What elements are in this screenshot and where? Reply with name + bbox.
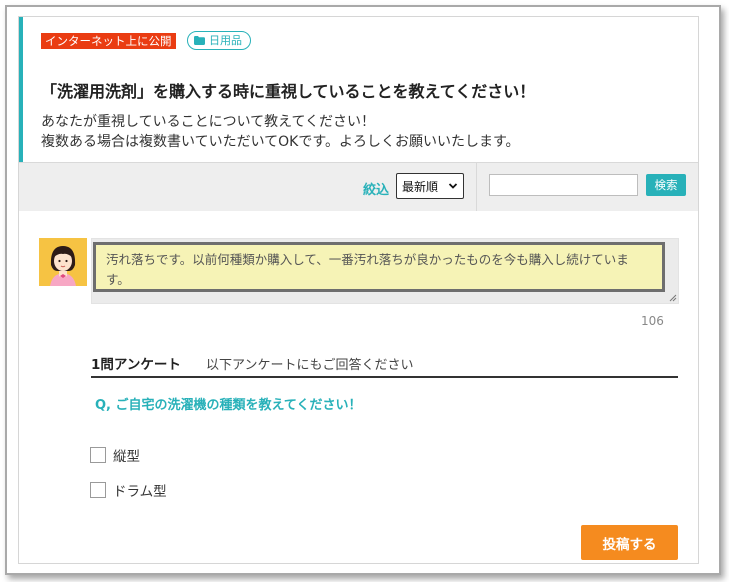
- toolbar-divider: [476, 163, 477, 211]
- survey-title: 1問アンケート: [91, 357, 181, 373]
- checkbox[interactable]: [90, 482, 106, 498]
- search-input[interactable]: [489, 174, 638, 196]
- public-tag: インターネット上に公開: [41, 33, 176, 49]
- reply-textarea[interactable]: 汚れ落ちです。以前何種類か購入して、一番汚れ落ちが良かったものを今も購入し続けて…: [91, 238, 679, 304]
- chevron-down-icon: [448, 183, 458, 189]
- sort-selected-value: 最新順: [402, 179, 439, 194]
- sort-select[interactable]: 最新順: [396, 173, 464, 199]
- woman-avatar-icon: [39, 238, 87, 286]
- question-header: インターネット上に公開 日用品 「洗濯用洗剤」を購入する時に重視していることを教…: [19, 17, 698, 162]
- resize-grip-icon[interactable]: [668, 293, 677, 302]
- option-label: ドラム型: [113, 484, 167, 500]
- search-button[interactable]: 検索: [646, 174, 686, 196]
- reply-text[interactable]: 汚れ落ちです。以前何種類か購入して、一番汚れ落ちが良かったものを今も購入し続けて…: [93, 242, 665, 292]
- survey-header: 1問アンケート 以下アンケートにもご回答ください: [91, 353, 678, 378]
- question-card: インターネット上に公開 日用品 「洗濯用洗剤」を購入する時に重視していることを教…: [18, 16, 699, 564]
- survey-subtitle: 以下アンケートにもご回答ください: [206, 358, 414, 373]
- post-button[interactable]: 投稿する: [581, 525, 678, 560]
- description-line-2: 複数ある場合は複数書いていただいてOKです。よろしくお願いいたします。: [41, 134, 520, 150]
- category-tag[interactable]: 日用品: [187, 31, 251, 50]
- option-label: 縦型: [113, 449, 140, 465]
- filter-toolbar: 絞込 最新順 検索: [19, 162, 698, 211]
- folder-icon: [194, 36, 205, 45]
- description-line-1: あなたが重視していることについて教えてください！: [41, 114, 376, 130]
- checkbox[interactable]: [90, 447, 106, 463]
- category-label: 日用品: [209, 34, 242, 47]
- option-tategata[interactable]: 縦型: [90, 446, 140, 465]
- screenshot-frame: インターネット上に公開 日用品 「洗濯用洗剤」を購入する時に重視していることを教…: [5, 5, 721, 575]
- filter-label: 絞込: [363, 183, 390, 198]
- option-drum[interactable]: ドラム型: [90, 481, 167, 500]
- survey-question: Q, ご自宅の洗濯機の種類を教えてください！: [95, 398, 362, 413]
- char-count: 106: [641, 314, 664, 328]
- question-description: あなたが重視していることについて教えてください！ 複数ある場合は複数書いていただ…: [41, 112, 520, 152]
- question-title: 「洗濯用洗剤」を購入する時に重視していることを教えてください！: [41, 82, 536, 101]
